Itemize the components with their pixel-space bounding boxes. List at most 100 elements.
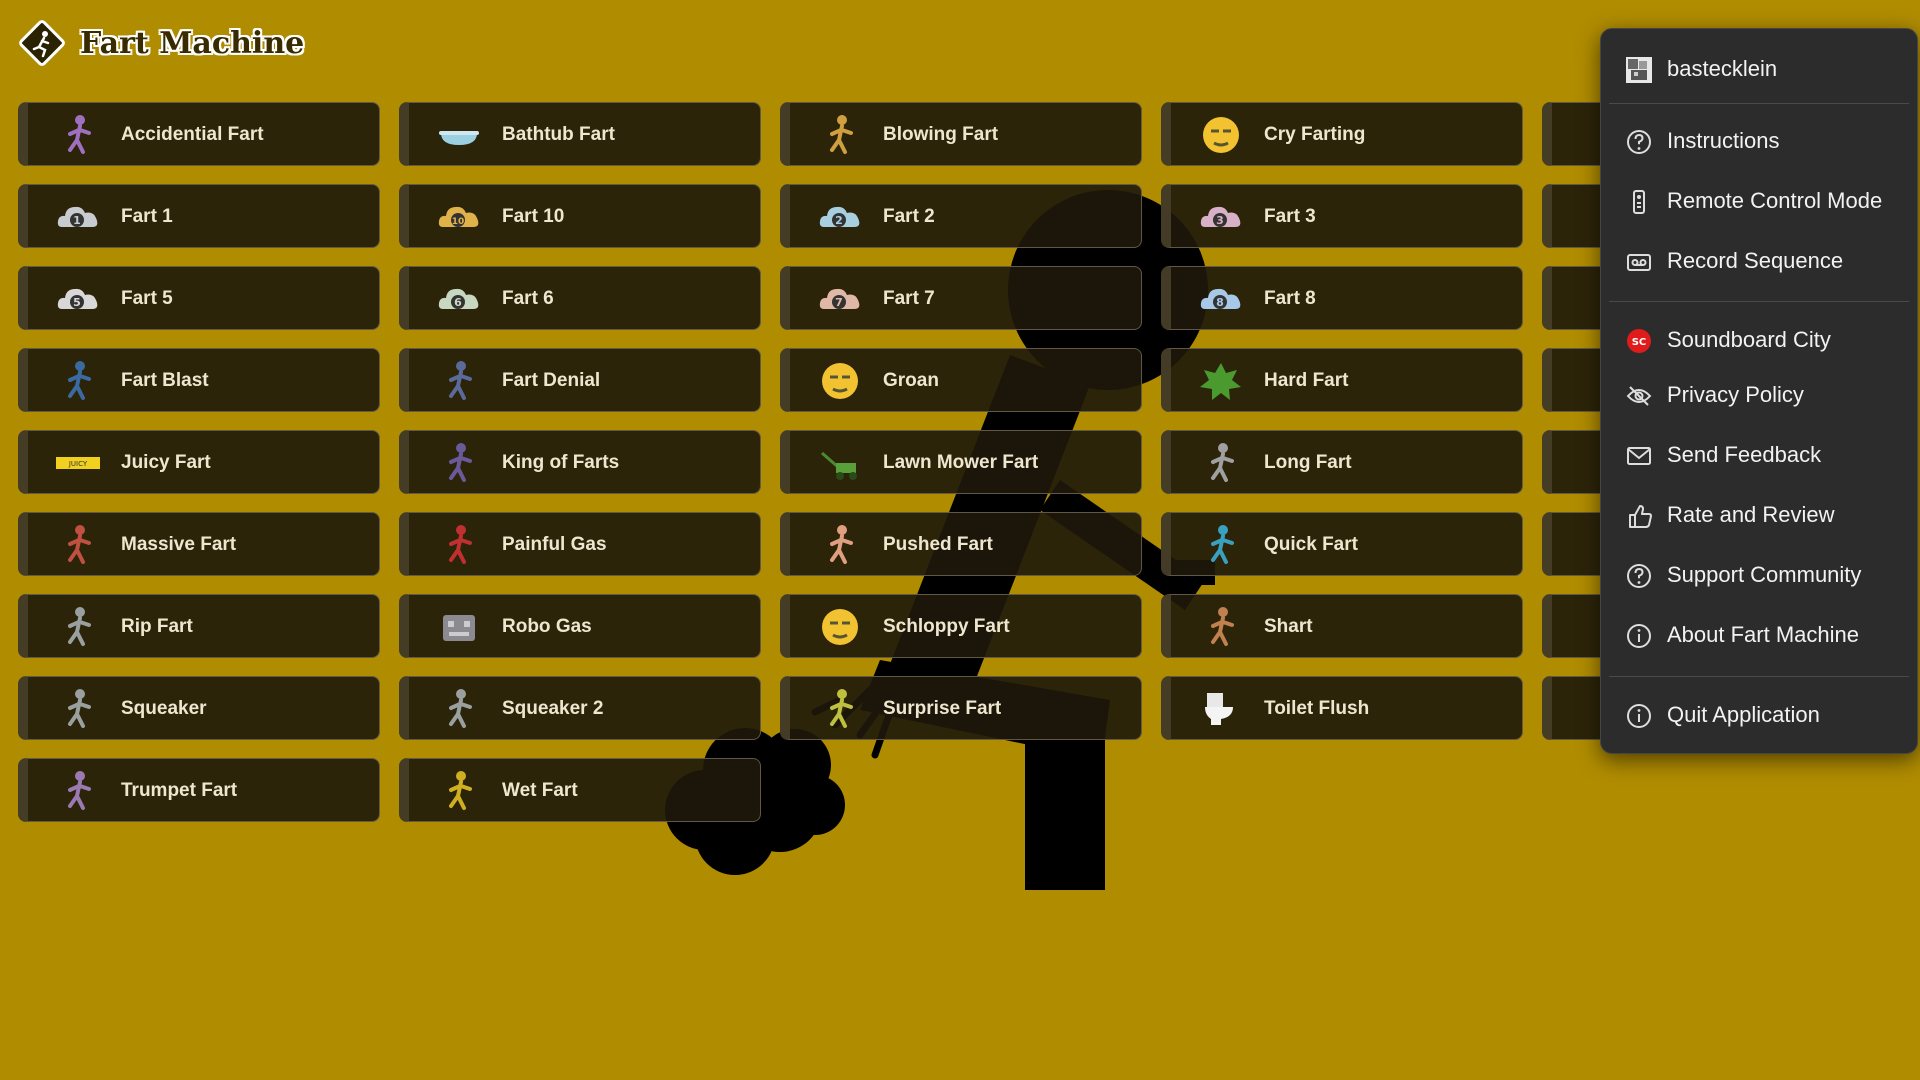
sound-button-label: Rip Fart (121, 616, 193, 637)
sound-button[interactable]: Lawn Mower Fart (780, 430, 1142, 494)
menu-item-remote-control-mode[interactable]: Remote Control Mode (1601, 175, 1917, 227)
sound-button[interactable]: Fart Blast (18, 348, 380, 412)
sound-button[interactable]: 6 Fart 6 (399, 266, 761, 330)
sound-button[interactable]: 1 Fart 1 (18, 184, 380, 248)
sound-button-label: Bathtub Fart (502, 124, 615, 145)
splat-face-icon (822, 609, 858, 645)
sound-button[interactable]: Painful Gas (399, 512, 761, 576)
sound-button[interactable]: JUICY Juicy Fart (18, 430, 380, 494)
menu-item-about-fart-machine[interactable]: About Fart Machine (1601, 609, 1917, 661)
menu-item-label: About Fart Machine (1667, 622, 1859, 647)
massive-cloud-icon (68, 525, 91, 564)
wet-person-icon (449, 771, 472, 810)
cloud-5-icon: 5 (57, 288, 98, 309)
app-header: Fart Machine (18, 18, 304, 68)
sound-button[interactable]: Long Fart (1161, 430, 1523, 494)
sound-button[interactable]: 5 Fart 5 (18, 266, 380, 330)
sound-button-label: Schloppy Fart (883, 616, 1010, 637)
menu-item-support-community[interactable]: Support Community (1601, 549, 1917, 601)
app-logo-icon[interactable] (18, 19, 66, 67)
sound-button-label: Pushed Fart (883, 534, 993, 555)
sound-button-label: Groan (883, 370, 939, 391)
running-person-icon (1211, 525, 1234, 564)
menu-item-label: Soundboard City (1667, 327, 1831, 352)
sound-button[interactable]: 3 Fart 3 (1161, 184, 1523, 248)
sleepy-face-icon (822, 363, 858, 399)
thumbs-up-icon (1629, 505, 1652, 528)
menu-item-soundboard-city[interactable]: SC Soundboard City (1601, 314, 1917, 366)
menu-item-send-feedback[interactable]: Send Feedback (1601, 429, 1917, 481)
sound-button[interactable]: Fart Denial (399, 348, 761, 412)
sound-button-label: Cry Farting (1264, 124, 1366, 145)
fart-burst-icon (1200, 363, 1241, 400)
menu-item-label: Remote Control Mode (1667, 188, 1883, 213)
sound-button-label: Massive Fart (121, 534, 237, 555)
sound-button[interactable]: Accidential Fart (18, 102, 380, 166)
rip-wind-icon (68, 607, 91, 646)
sound-button-label: Trumpet Fart (121, 780, 238, 801)
menu-item-label: Send Feedback (1667, 442, 1822, 467)
menu-item-quit-application[interactable]: Quit Application (1601, 689, 1917, 741)
sound-button[interactable]: Blowing Fart (780, 102, 1142, 166)
menu-item-label: Instructions (1667, 128, 1780, 153)
sound-button[interactable]: Squeaker 2 (399, 676, 761, 740)
sound-button[interactable]: 8 Fart 8 (1161, 266, 1523, 330)
sound-button-label: Lawn Mower Fart (883, 452, 1039, 473)
sound-button[interactable]: Groan (780, 348, 1142, 412)
sound-button[interactable]: Cry Farting (1161, 102, 1523, 166)
app-root: Fart Machine Accidential Fart Bathtub Far… (0, 0, 1920, 1080)
menu-divider (1609, 301, 1909, 302)
sound-button[interactable]: Pushed Fart (780, 512, 1142, 576)
sound-button[interactable]: Wet Fart (399, 758, 761, 822)
sound-button-label: Fart 8 (1264, 288, 1316, 309)
menu-item-label: Rate and Review (1667, 502, 1835, 527)
sound-button-label: Juicy Fart (121, 452, 211, 473)
sound-button[interactable]: Rip Fart (18, 594, 380, 658)
sound-button-label: Fart 6 (502, 288, 554, 309)
sound-button-label: Fart Denial (502, 370, 601, 391)
sound-button[interactable]: King of Farts (399, 430, 761, 494)
cloud-10-icon: 10 (438, 206, 479, 227)
sound-button[interactable]: Trumpet Fart (18, 758, 380, 822)
person-at-desk-icon (68, 115, 91, 154)
sound-button[interactable]: Massive Fart (18, 512, 380, 576)
sound-button[interactable]: 7 Fart 7 (780, 266, 1142, 330)
person-shrug-icon (449, 361, 472, 400)
sound-button[interactable]: Toilet Flush (1161, 676, 1523, 740)
menu-item-privacy-policy[interactable]: Privacy Policy (1601, 369, 1917, 421)
sound-button[interactable]: 10 Fart 10 (399, 184, 761, 248)
svg-text:10: 10 (452, 217, 465, 227)
menu-item-record-sequence[interactable]: Record Sequence (1601, 235, 1917, 287)
lying-person-icon (449, 525, 472, 564)
sound-button[interactable]: Robo Gas (399, 594, 761, 658)
sound-button[interactable]: Hard Fart (1161, 348, 1523, 412)
juicy-fruit-sign-icon: JUICY (56, 457, 100, 469)
sound-button[interactable]: Schloppy Fart (780, 594, 1142, 658)
menu-item-instructions[interactable]: Instructions (1601, 115, 1917, 167)
blowing-person-icon (830, 115, 853, 154)
sound-button[interactable]: Surprise Fart (780, 676, 1142, 740)
app-menu: bastecklein Instructions Remote Control M… (1600, 28, 1918, 754)
sound-button-label: Painful Gas (502, 534, 607, 555)
sound-button[interactable]: 2 Fart 2 (780, 184, 1142, 248)
sound-button[interactable]: Shart (1161, 594, 1523, 658)
standing-person-icon (68, 361, 91, 400)
sound-button[interactable]: Quick Fart (1161, 512, 1523, 576)
cloud-8-icon: 8 (1200, 288, 1241, 309)
info-circle-icon (1627, 624, 1651, 648)
sound-button-label: Shart (1264, 616, 1313, 637)
app-title: Fart Machine (80, 25, 305, 61)
sound-button-label: Accidential Fart (121, 124, 264, 145)
dancing-person-icon (449, 443, 472, 482)
menu-item-label: Privacy Policy (1667, 382, 1804, 407)
menu-item-rate-and-review[interactable]: Rate and Review (1601, 489, 1917, 541)
sound-button[interactable]: Squeaker (18, 676, 380, 740)
sound-button-label: Hard Fart (1264, 370, 1349, 391)
menu-user[interactable]: bastecklein (1601, 43, 1917, 95)
cloud-7-icon: 7 (819, 288, 860, 309)
sound-button[interactable]: Bathtub Fart (399, 102, 761, 166)
cloud-2-icon: 2 (819, 206, 860, 227)
sound-button-label: Fart 5 (121, 288, 173, 309)
cloud-1-icon: 1 (57, 206, 98, 227)
cloud-6-icon: 6 (438, 288, 479, 309)
